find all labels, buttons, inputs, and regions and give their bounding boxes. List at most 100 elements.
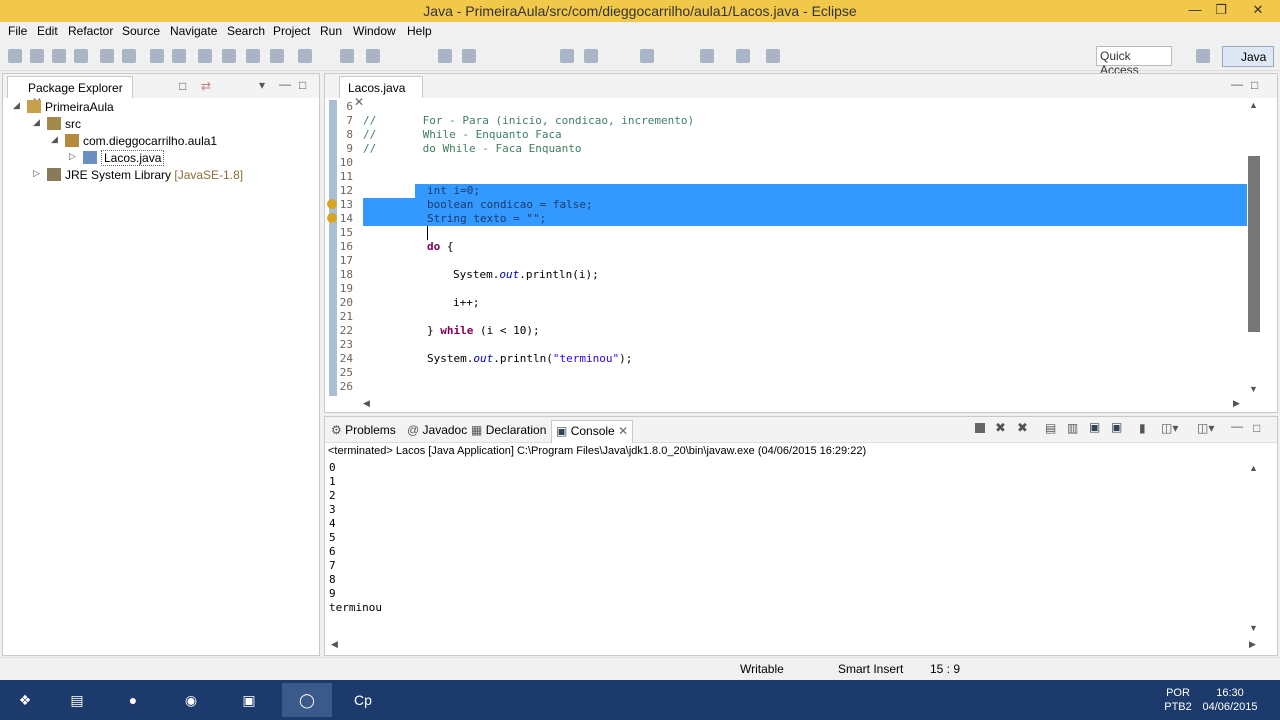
open-task-icon[interactable] [270, 49, 284, 63]
tree-item-project[interactable]: ◢ PrimeiraAula [13, 100, 114, 117]
tab-lacos-java[interactable]: Lacos.java ✕ [339, 76, 423, 109]
debug-icon[interactable] [150, 49, 164, 63]
clear-console-icon[interactable]: ▤ [1045, 421, 1056, 435]
show-on-output-icon[interactable]: ▣ [1089, 420, 1100, 434]
code-line[interactable]: 22} while (i < 10); [337, 324, 1261, 338]
run-last-icon[interactable] [438, 49, 452, 63]
save-all-icon[interactable] [52, 49, 66, 63]
menu-navigate[interactable]: Navigate [170, 24, 217, 38]
code-line[interactable]: 25 [337, 366, 1261, 380]
code-line[interactable]: 7 // For - Para (inicio, condicao, increm… [337, 114, 1261, 128]
collapsed-icon[interactable]: ▷ [33, 168, 40, 179]
tab-declaration[interactable]: ▦ Declaration [471, 423, 546, 437]
tree-item-src[interactable]: ◢ src [33, 117, 81, 134]
system-clock[interactable]: 16:30 04/06/2015 [1190, 686, 1270, 714]
tree-item-package[interactable]: ◢ com.dieggocarrilho.aula1 [51, 134, 217, 151]
open-console-icon[interactable]: ◫▾ [1197, 421, 1214, 435]
menu-run[interactable]: Run [320, 24, 342, 38]
maximize-view-icon[interactable]: □ [1251, 78, 1258, 92]
code-line[interactable]: 16 do { [337, 240, 1261, 254]
code-line[interactable]: 11 [337, 170, 1261, 184]
menu-search[interactable]: Search [227, 24, 265, 38]
editor-vertical-scrollbar[interactable]: ▲ ▼ [1247, 100, 1260, 396]
run-icon[interactable] [172, 49, 186, 63]
menu-edit[interactable]: Edit [37, 24, 58, 38]
code-line[interactable]: 24 System.out.println("terminou"); [337, 352, 1261, 366]
scroll-right-icon[interactable]: ▶ [1233, 398, 1240, 409]
app-icon[interactable]: ▣ [224, 683, 274, 717]
search-icon[interactable] [222, 49, 236, 63]
open-type-icon[interactable] [246, 49, 260, 63]
tree-item-jre[interactable]: ▷ JRE System Library [JavaSE-1.8] [33, 168, 243, 185]
mark-occurrences-icon[interactable] [198, 49, 212, 63]
code-line[interactable]: 21 [337, 310, 1261, 324]
view-menu-icon[interactable]: ▾ [259, 78, 265, 92]
firefox-icon[interactable]: ● [108, 683, 158, 717]
minimize-view-icon[interactable]: — [279, 77, 291, 91]
warning-icon[interactable] [327, 213, 337, 223]
code-line[interactable]: 10 [337, 156, 1261, 170]
scroll-right-icon[interactable]: ▶ [1249, 639, 1256, 650]
code-line[interactable]: 17 [337, 254, 1261, 268]
terminate-icon[interactable] [975, 423, 985, 433]
java-perspective-button[interactable]: Java [1222, 46, 1274, 67]
pin-icon[interactable] [700, 49, 714, 63]
code-line[interactable]: 8 // While - Enquanto Faca [337, 128, 1261, 142]
scroll-left-icon[interactable]: ◀ [363, 398, 370, 409]
minimize-view-icon[interactable]: — [1231, 419, 1243, 433]
next-annotation-icon[interactable] [340, 49, 354, 63]
code-line[interactable]: 23 [337, 338, 1261, 352]
save-icon[interactable] [30, 49, 44, 63]
tab-console[interactable]: ▣ Console ✕ [551, 420, 634, 443]
minimize-view-icon[interactable]: — [1231, 77, 1243, 91]
new-class-icon[interactable] [560, 49, 574, 63]
menu-source[interactable]: Source [122, 24, 160, 38]
chrome-icon[interactable]: ◉ [166, 683, 216, 717]
remove-launch-icon[interactable]: ✖ [995, 420, 1006, 436]
code-line[interactable]: 6 [337, 100, 1261, 114]
scroll-down-icon[interactable]: ▼ [1249, 623, 1258, 633]
editor-horizontal-scrollbar[interactable]: ◀ ▶ [363, 398, 1243, 410]
remove-all-icon[interactable]: ✖ [1017, 420, 1028, 436]
print-icon[interactable] [74, 49, 88, 63]
code-line[interactable]: 18 System.out.println(i); [337, 268, 1261, 282]
restore-icon[interactable]: ❐ [1206, 0, 1236, 22]
expanded-icon[interactable]: ◢ [13, 100, 20, 111]
tab-package-explorer[interactable]: Package Explorer ✕ [7, 76, 133, 109]
new-icon[interactable] [8, 49, 22, 63]
show-on-error-icon[interactable]: ▣ [1111, 420, 1122, 434]
code-line[interactable]: 12 int i=0; [337, 184, 1261, 198]
insert-mode-status[interactable]: Smart Insert [838, 662, 903, 676]
build-icon[interactable] [100, 49, 114, 63]
warning-icon[interactable] [327, 199, 337, 209]
camtasia-icon[interactable]: Cp [338, 683, 388, 717]
scroll-down-icon[interactable]: ▼ [1249, 384, 1258, 394]
new-package-icon[interactable] [584, 49, 598, 63]
scrollbar-thumb[interactable] [1248, 156, 1260, 332]
pin-console-icon[interactable]: ▮ [1139, 421, 1146, 435]
menu-window[interactable]: Window [353, 24, 396, 38]
expanded-icon[interactable]: ◢ [33, 117, 40, 128]
external-tools-icon[interactable] [462, 49, 476, 63]
tab-problems[interactable]: ⚙ Problems [331, 423, 396, 437]
expanded-icon[interactable]: ◢ [51, 134, 58, 145]
code-line[interactable]: 13 boolean condicao = false; [327, 198, 1261, 212]
code-line[interactable]: 20 i++; [337, 296, 1261, 310]
code-line[interactable]: 26 [337, 380, 1261, 394]
back-icon[interactable] [736, 49, 750, 63]
code-line[interactable]: 15 [337, 226, 1261, 240]
scroll-up-icon[interactable]: ▲ [1249, 463, 1258, 473]
close-icon[interactable]: ✕ [618, 424, 628, 438]
tree-item-file[interactable]: ▷ Lacos.java [69, 150, 165, 168]
menu-file[interactable]: File [8, 24, 27, 38]
open-declaration-icon[interactable] [640, 49, 654, 63]
eclipse-icon[interactable]: ◯ [282, 683, 332, 717]
toggle-breadcrumb-icon[interactable] [298, 49, 312, 63]
file-explorer-icon[interactable]: ▤ [52, 683, 102, 717]
menu-project[interactable]: Project [273, 24, 310, 38]
new-java-project-icon[interactable] [122, 49, 136, 63]
scroll-left-icon[interactable]: ◀ [331, 639, 338, 650]
scroll-lock-icon[interactable]: ▥ [1067, 421, 1078, 435]
code-line[interactable]: 19 [337, 282, 1261, 296]
maximize-view-icon[interactable]: □ [299, 78, 306, 92]
